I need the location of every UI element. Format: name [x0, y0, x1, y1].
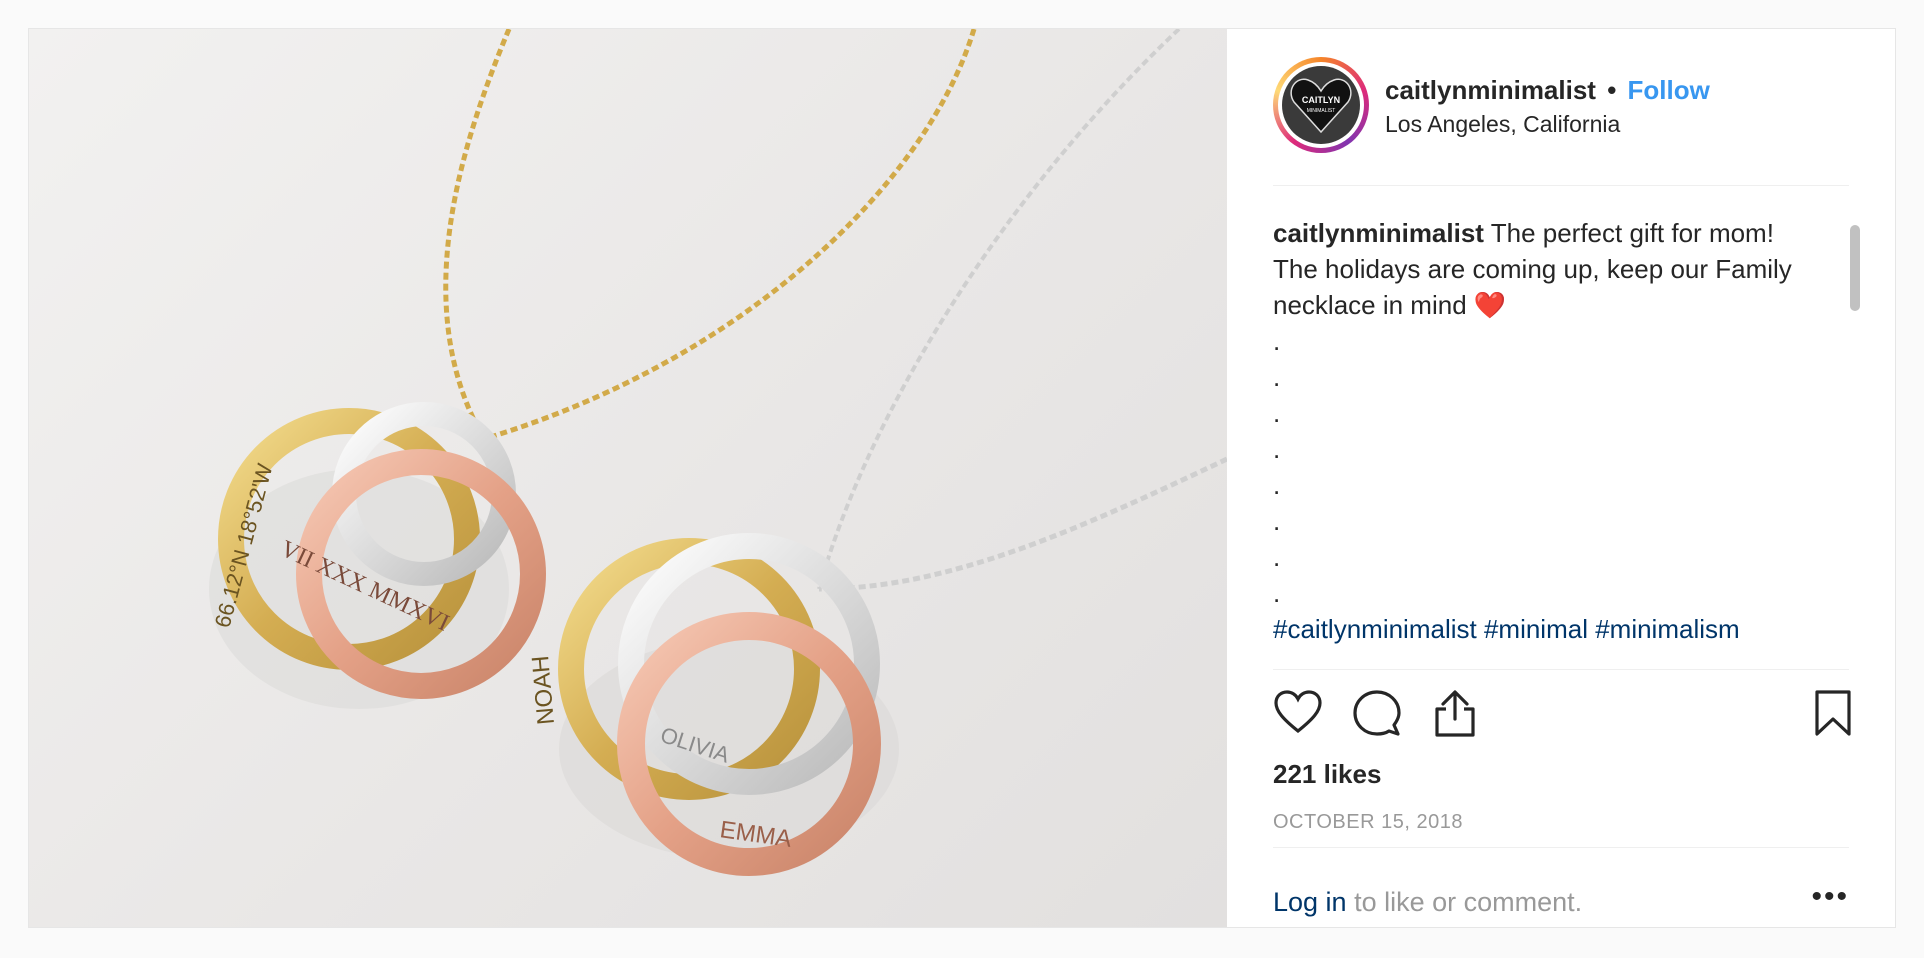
post-date[interactable]: OCTOBER 15, 2018 [1273, 811, 1463, 834]
login-prompt: Log in to like or comment. [1273, 887, 1582, 918]
silver-chain-right [818, 456, 1227, 592]
necklace-illustration: 66.12°N 18°52'W VII XXX MMXVI NOAH OLIVI… [209, 29, 1227, 876]
post-side-panel: CAITLYN MINIMALIST caitlynminimalist • F… [1227, 29, 1895, 927]
action-bar [1273, 689, 1853, 739]
more-options-icon[interactable]: ••• [1811, 882, 1849, 912]
caption-hashtags[interactable]: #caitlynminimalist #minimal #minimalism [1273, 611, 1863, 647]
caption-dots: . . . . . . . . [1273, 326, 1281, 608]
caption-area[interactable]: caitlynminimalist The perfect gift for m… [1273, 215, 1863, 665]
engraving-noah: NOAH [527, 654, 560, 725]
header-separator: • [1607, 75, 1617, 105]
heart-icon[interactable] [1273, 689, 1323, 735]
footer-divider [1273, 847, 1849, 848]
avatar[interactable]: CAITLYN MINIMALIST [1273, 57, 1369, 153]
avatar-logo: CAITLYN MINIMALIST [1282, 66, 1360, 144]
caption-username[interactable]: caitlynminimalist [1273, 218, 1484, 248]
heart-emoji: ❤️ [1473, 290, 1507, 320]
gold-chain-right [483, 29, 977, 442]
actions-divider [1273, 669, 1849, 670]
caption: caitlynminimalist The perfect gift for m… [1273, 215, 1793, 323]
follow-button[interactable]: Follow [1628, 75, 1710, 105]
likes-count[interactable]: 221 likes [1273, 759, 1381, 790]
svg-text:CAITLYN: CAITLYN [1302, 95, 1340, 105]
instagram-post: 66.12°N 18°52'W VII XXX MMXVI NOAH OLIVI… [28, 28, 1896, 928]
bookmark-icon[interactable] [1813, 689, 1853, 737]
login-link[interactable]: Log in [1273, 887, 1347, 917]
header-user-line: caitlynminimalist • Follow [1385, 75, 1710, 106]
login-prompt-text: to like or comment. [1346, 887, 1583, 917]
post-photo[interactable]: 66.12°N 18°52'W VII XXX MMXVI NOAH OLIVI… [29, 29, 1227, 927]
svg-text:MINIMALIST: MINIMALIST [1307, 108, 1336, 114]
scrollbar-thumb[interactable] [1850, 225, 1860, 311]
header-divider [1273, 185, 1849, 186]
comment-icon[interactable] [1353, 689, 1401, 737]
header-username[interactable]: caitlynminimalist [1385, 75, 1596, 105]
post-location[interactable]: Los Angeles, California [1385, 111, 1620, 138]
post-header: CAITLYN MINIMALIST caitlynminimalist • F… [1273, 57, 1849, 153]
heart-logo-icon: CAITLYN MINIMALIST [1290, 78, 1352, 134]
gold-chain-left [443, 29, 512, 441]
share-icon[interactable] [1433, 689, 1477, 737]
caption-scrollbar[interactable] [1849, 217, 1863, 657]
